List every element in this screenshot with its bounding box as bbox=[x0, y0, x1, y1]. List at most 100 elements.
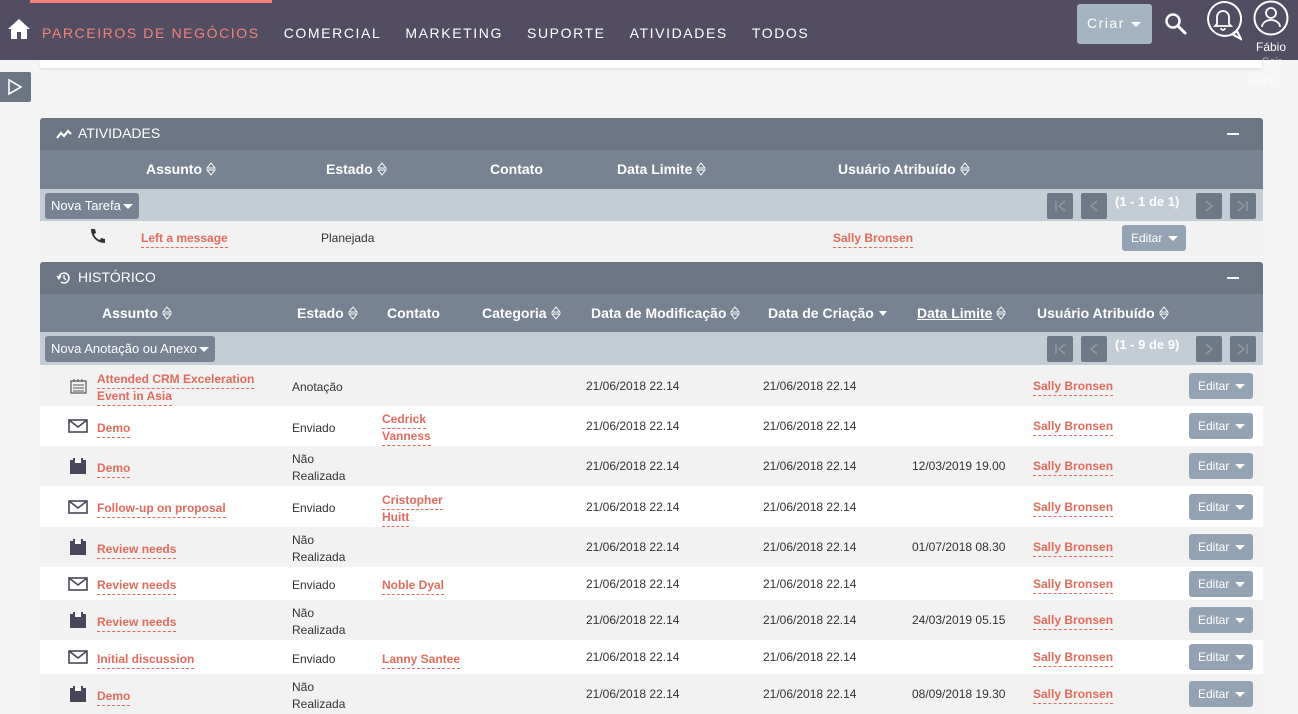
edit-label: Editar bbox=[1198, 650, 1230, 664]
history-subject-link[interactable]: Demo bbox=[97, 688, 131, 706]
nav-suporte[interactable]: SUPORTE bbox=[515, 0, 618, 60]
create-button[interactable]: Criar bbox=[1077, 4, 1152, 44]
nav-todos[interactable]: TODOS bbox=[740, 0, 822, 60]
sidebar-toggle-button[interactable] bbox=[0, 72, 31, 102]
history-panel-header[interactable]: HISTÓRICO bbox=[40, 262, 1263, 294]
col-contato[interactable]: Contato bbox=[387, 305, 440, 321]
history-subject-link[interactable]: Initial discussion bbox=[97, 651, 195, 669]
edit-button[interactable]: Editar bbox=[1189, 681, 1253, 707]
next-page-button[interactable] bbox=[1196, 336, 1222, 362]
note-icon bbox=[70, 379, 87, 394]
history-subject-link[interactable]: Review needs bbox=[97, 541, 177, 559]
first-page-button[interactable] bbox=[1047, 193, 1073, 219]
history-subject-link[interactable]: Demo bbox=[97, 460, 131, 478]
edit-button[interactable]: Editar bbox=[1189, 373, 1253, 399]
history-subject-link[interactable]: Follow-up on proposal bbox=[97, 500, 226, 518]
nav-comercial[interactable]: COMERCIAL bbox=[272, 0, 394, 60]
activities-panel-header[interactable]: ATIVIDADES bbox=[40, 118, 1263, 150]
home-icon[interactable] bbox=[6, 16, 32, 42]
history-contact-link[interactable]: Cristopher bbox=[382, 492, 443, 510]
next-page-button[interactable] bbox=[1196, 193, 1222, 219]
collapse-minus-icon[interactable] bbox=[1227, 133, 1239, 135]
edit-button[interactable]: Editar bbox=[1189, 453, 1253, 479]
sort-icon[interactable] bbox=[206, 162, 216, 176]
history-assigned-user-link[interactable]: Sally Bronsen bbox=[1033, 378, 1114, 396]
history-pagination-bar: Nova Anotação ou Anexo (1 - 9 de 9) bbox=[40, 332, 1263, 365]
sort-icon[interactable] bbox=[1158, 306, 1169, 320]
sort-icon[interactable] bbox=[376, 162, 387, 176]
notifications-bell-icon[interactable] bbox=[1204, 1, 1242, 41]
activities-title: ATIVIDADES bbox=[78, 125, 161, 141]
first-page-button[interactable] bbox=[1047, 336, 1073, 362]
history-assigned-user-link[interactable]: Sally Bronsen bbox=[1033, 649, 1114, 667]
history-assigned-user-link[interactable]: Sally Bronsen bbox=[1033, 686, 1114, 704]
col-data-criacao[interactable]: Data de Criação bbox=[768, 305, 888, 321]
edit-button[interactable]: Editar bbox=[1189, 644, 1253, 670]
edit-button[interactable]: Editar bbox=[1189, 607, 1253, 633]
history-contact-link[interactable]: Cedrick bbox=[382, 411, 427, 429]
prev-page-button[interactable] bbox=[1081, 193, 1107, 219]
nav-atividades[interactable]: ATIVIDADES bbox=[618, 0, 740, 60]
search-icon[interactable] bbox=[1164, 12, 1188, 36]
sort-desc-icon[interactable] bbox=[878, 306, 888, 320]
nav-marketing[interactable]: MARKETING bbox=[393, 0, 515, 60]
history-assigned-user-link[interactable]: Sally Bronsen bbox=[1033, 418, 1114, 436]
meeting-icon bbox=[70, 686, 86, 702]
col-data-modificacao[interactable]: Data de Modificação bbox=[591, 305, 741, 321]
history-contact-link[interactable]: Noble Dyal bbox=[382, 577, 445, 595]
edit-button[interactable]: Editar bbox=[1189, 494, 1253, 520]
history-assigned-user-link[interactable]: Sally Bronsen bbox=[1033, 499, 1114, 517]
col-assunto[interactable]: Assunto bbox=[102, 305, 172, 321]
sort-icon[interactable] bbox=[550, 306, 561, 320]
col-assunto[interactable]: Assunto bbox=[146, 161, 216, 177]
user-avatar-icon[interactable] bbox=[1252, 0, 1290, 36]
col-data-limite[interactable]: Data Limite bbox=[917, 305, 1007, 321]
edit-button[interactable]: Editar bbox=[1189, 571, 1253, 597]
sort-icon[interactable] bbox=[347, 306, 358, 320]
new-task-button[interactable]: Nova Tarefa bbox=[45, 193, 139, 219]
last-page-button[interactable] bbox=[1230, 193, 1256, 219]
history-assigned-user-link[interactable]: Sally Bronsen bbox=[1033, 612, 1114, 630]
chevron-down-icon bbox=[1235, 582, 1246, 588]
col-estado[interactable]: Estado bbox=[326, 161, 387, 177]
prev-page-button[interactable] bbox=[1081, 336, 1107, 362]
sort-icon[interactable] bbox=[959, 162, 970, 176]
nav-parceiros[interactable]: PARCEIROS DE NEGÓCIOS bbox=[30, 0, 272, 60]
edit-button[interactable]: Editar bbox=[1189, 534, 1253, 560]
history-assigned-user-link[interactable]: Sally Bronsen bbox=[1033, 576, 1114, 594]
pagination-count: (1 - 9 de 9) bbox=[1115, 337, 1180, 352]
col-usuario-atribuido[interactable]: Usuário Atribuído bbox=[838, 161, 970, 177]
chevron-down-icon bbox=[1235, 692, 1246, 698]
history-assigned-user-link[interactable]: Sally Bronsen bbox=[1033, 458, 1114, 476]
history-contact-link[interactable]: Lanny Santee bbox=[382, 651, 461, 669]
history-subject-link[interactable]: Review needs bbox=[97, 614, 177, 632]
col-categoria[interactable]: Categoria bbox=[482, 305, 561, 321]
collapse-minus-icon[interactable] bbox=[1227, 277, 1239, 279]
edit-button[interactable]: Editar bbox=[1189, 413, 1253, 439]
edit-button[interactable]: Editar bbox=[1122, 225, 1186, 251]
history-subject-link[interactable]: Attended CRM Exceleration bbox=[97, 371, 255, 389]
chevron-down-icon bbox=[199, 347, 210, 353]
history-contact-link[interactable]: Huitt bbox=[382, 509, 410, 527]
activity-subject-link[interactable]: Left a message bbox=[141, 230, 228, 248]
chevron-down-icon bbox=[1235, 655, 1246, 661]
history-clock-icon bbox=[56, 272, 70, 284]
sort-icon[interactable] bbox=[162, 306, 172, 320]
user-name[interactable]: Fábio bbox=[1256, 40, 1286, 54]
new-note-or-attachment-button[interactable]: Nova Anotação ou Anexo bbox=[45, 336, 216, 362]
sort-icon[interactable] bbox=[996, 306, 1007, 320]
history-subject-link[interactable]: Review needs bbox=[97, 577, 177, 595]
history-subject-link[interactable]: Demo bbox=[97, 420, 131, 438]
history-subject-link[interactable]: Event in Asia bbox=[97, 388, 172, 406]
history-contact-link[interactable]: Vanness bbox=[382, 428, 431, 446]
col-estado[interactable]: Estado bbox=[297, 305, 358, 321]
sort-icon[interactable] bbox=[730, 306, 741, 320]
sort-icon[interactable] bbox=[696, 162, 707, 176]
activity-assigned-user-link[interactable]: Sally Bronsen bbox=[833, 230, 914, 248]
col-contato[interactable]: Contato bbox=[490, 161, 543, 177]
col-data-limite[interactable]: Data Limite bbox=[617, 161, 707, 177]
main-menu: PARCEIROS DE NEGÓCIOS COMERCIAL MARKETIN… bbox=[30, 0, 821, 60]
history-assigned-user-link[interactable]: Sally Bronsen bbox=[1033, 539, 1114, 557]
last-page-button[interactable] bbox=[1230, 336, 1256, 362]
col-usuario-atribuido[interactable]: Usuário Atribuído bbox=[1037, 305, 1169, 321]
